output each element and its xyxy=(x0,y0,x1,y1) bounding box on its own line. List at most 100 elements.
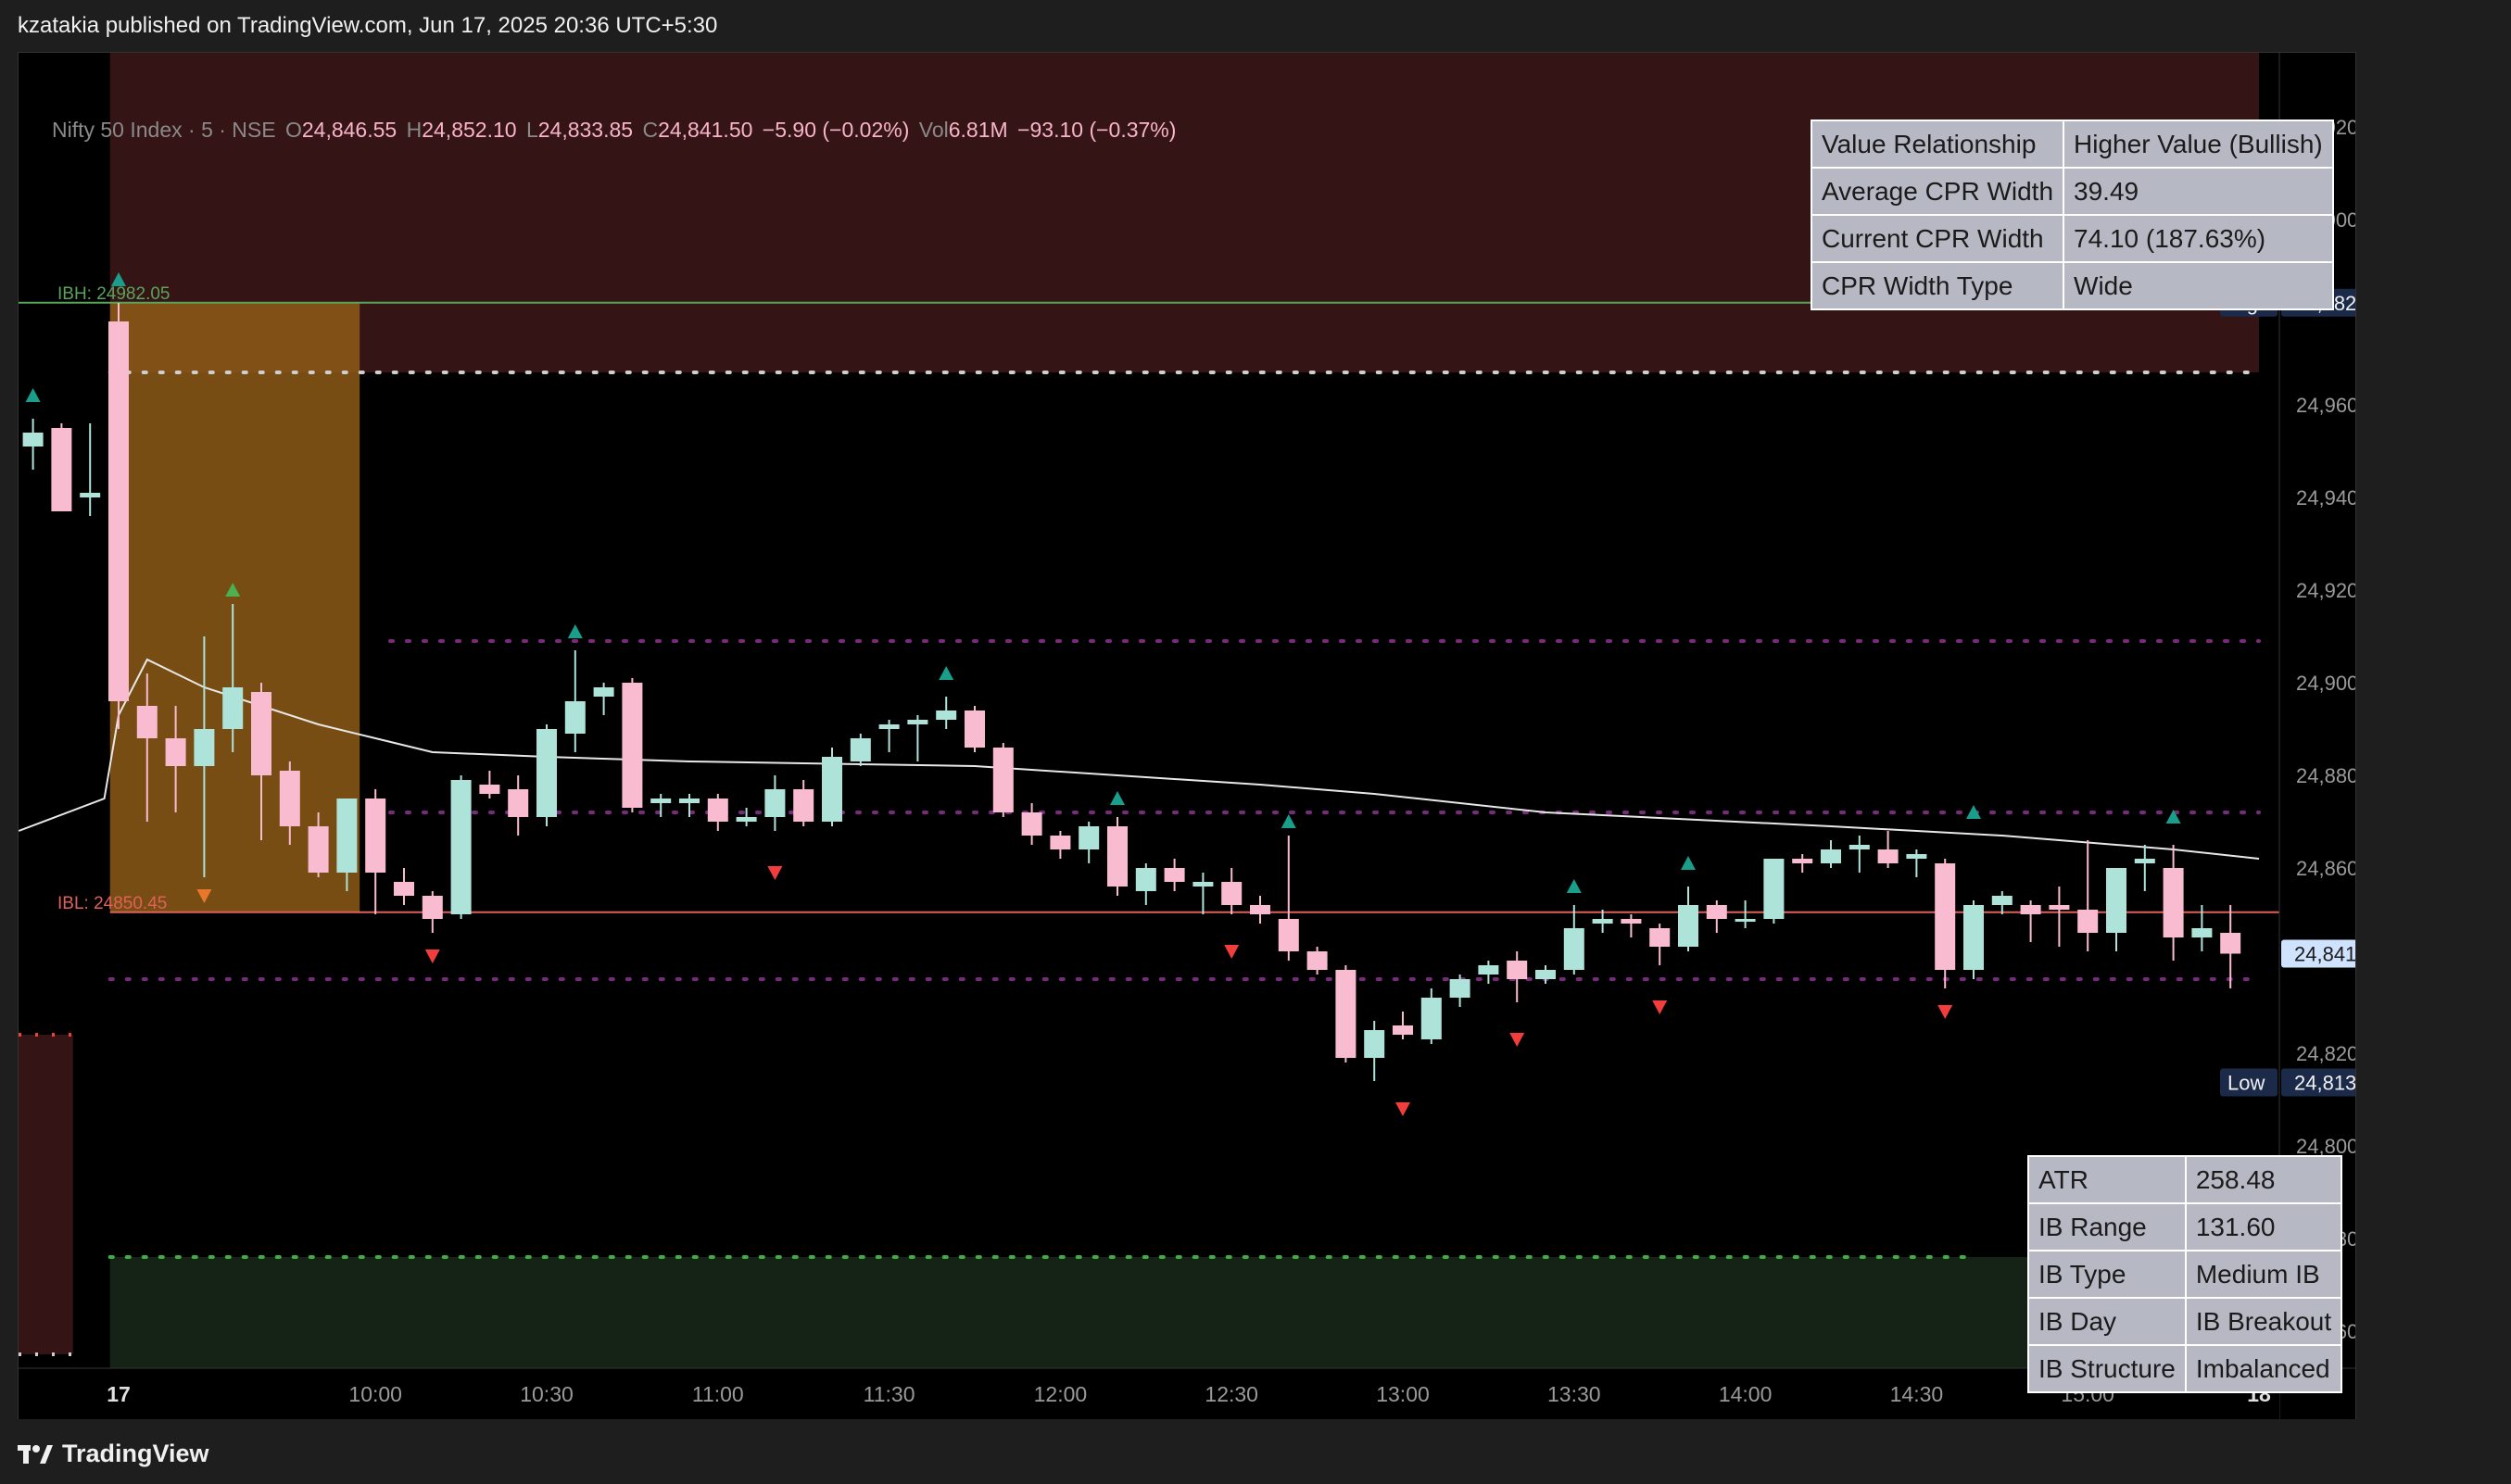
signal-up-marker xyxy=(1566,879,1582,893)
candle[interactable] xyxy=(1335,970,1356,1058)
ib-table-label: IB Structure xyxy=(2027,1344,2187,1393)
candle[interactable] xyxy=(1449,979,1470,998)
candle[interactable] xyxy=(1079,826,1100,849)
candle[interactable] xyxy=(479,785,500,794)
footer: TradingView xyxy=(0,1419,2511,1484)
candle[interactable] xyxy=(1735,919,1756,922)
candle[interactable] xyxy=(2020,905,2041,914)
candle[interactable] xyxy=(1991,896,2013,905)
candle[interactable] xyxy=(1877,849,1899,863)
candle[interactable] xyxy=(936,711,957,720)
candle[interactable] xyxy=(1649,928,1671,947)
candle[interactable] xyxy=(2106,868,2126,933)
candle[interactable] xyxy=(679,799,700,803)
candle[interactable] xyxy=(1278,919,1299,951)
legend-change: −5.90 (−0.02%) xyxy=(762,118,910,142)
candle[interactable] xyxy=(1621,919,1642,924)
candle[interactable] xyxy=(1535,970,1556,979)
candle[interactable] xyxy=(1963,905,1984,970)
candle[interactable] xyxy=(1420,998,1442,1039)
prev-day-candle[interactable] xyxy=(51,428,72,511)
candle[interactable] xyxy=(1763,859,1785,919)
ib-info-table: ATR 258.48 IB Range 131.60 IB Type Medium IB I… xyxy=(2027,1155,2343,1393)
candle[interactable] xyxy=(736,817,757,822)
ib-table-row: IB Structure Imbalanced xyxy=(2027,1344,2343,1393)
candle[interactable] xyxy=(1678,905,1698,947)
legend-volume-change: −93.10 (−0.37%) xyxy=(1017,118,1177,142)
candle[interactable] xyxy=(1706,905,1727,919)
candle[interactable] xyxy=(1393,1025,1413,1035)
candle[interactable] xyxy=(878,724,900,729)
candle[interactable] xyxy=(1906,854,1927,859)
candle[interactable] xyxy=(1135,868,1156,891)
candle[interactable] xyxy=(907,720,928,724)
candle[interactable] xyxy=(1192,882,1214,887)
candle[interactable] xyxy=(422,896,443,919)
candle[interactable] xyxy=(622,683,643,808)
candle[interactable] xyxy=(336,799,358,873)
candle[interactable] xyxy=(2049,905,2070,910)
candle[interactable] xyxy=(194,729,215,766)
candle[interactable] xyxy=(1364,1030,1385,1058)
prev-day-candle[interactable] xyxy=(22,433,44,446)
ib-table-row: IB Type Medium IB xyxy=(2027,1250,2343,1299)
candle[interactable] xyxy=(2134,859,2155,863)
candle[interactable] xyxy=(1792,859,1813,863)
lower-zone xyxy=(109,1257,2259,1368)
candle[interactable] xyxy=(2191,928,2213,937)
candle[interactable] xyxy=(1507,961,1528,979)
prev-day-candle[interactable] xyxy=(80,493,101,497)
candle[interactable] xyxy=(1849,845,1870,849)
signal-down-marker xyxy=(1652,1000,1668,1014)
candle[interactable] xyxy=(2163,868,2184,937)
candle[interactable] xyxy=(650,799,672,803)
candle[interactable] xyxy=(793,789,814,822)
candle[interactable] xyxy=(1478,965,1499,975)
candle[interactable] xyxy=(1306,951,1328,970)
legend-symbol[interactable]: Nifty 50 Index · 5 · NSE xyxy=(52,118,276,142)
cpr-table-row: Average CPR Width 39.49 xyxy=(1810,167,2334,216)
candle[interactable] xyxy=(165,738,186,766)
x-tick-label: 14:30 xyxy=(1890,1382,1944,1406)
candle[interactable] xyxy=(707,799,728,822)
candle[interactable] xyxy=(1935,863,1956,970)
candle[interactable] xyxy=(850,738,871,761)
candle[interactable] xyxy=(1164,868,1185,882)
candle[interactable] xyxy=(1821,849,1841,863)
candle[interactable] xyxy=(1250,905,1270,914)
candle[interactable] xyxy=(2220,933,2241,954)
legend-high-label: H xyxy=(406,118,423,142)
candle[interactable] xyxy=(365,799,386,873)
candle[interactable] xyxy=(1563,928,1584,970)
tradingview-logo[interactable]: TradingView xyxy=(18,1440,209,1468)
candle[interactable] xyxy=(536,729,557,817)
ib-table-value: Medium IB xyxy=(2184,1250,2343,1299)
candle[interactable] xyxy=(2077,910,2099,933)
chart-area[interactable]: IBH: 24982.05IBL: 24850.4525,020.0025,00… xyxy=(18,52,2356,1420)
candle[interactable] xyxy=(394,882,414,896)
ib-table-label: IB Range xyxy=(2027,1202,2187,1251)
candle[interactable] xyxy=(822,757,842,822)
x-tick-label: 11:00 xyxy=(692,1382,744,1406)
signal-down-marker xyxy=(767,866,783,880)
candle[interactable] xyxy=(251,692,271,775)
candle[interactable] xyxy=(1592,919,1613,924)
candle[interactable] xyxy=(508,789,529,817)
candle[interactable] xyxy=(450,780,472,914)
legend-volume-label: Vol xyxy=(918,118,949,142)
candle[interactable] xyxy=(992,748,1014,812)
candle[interactable] xyxy=(222,687,244,729)
candle[interactable] xyxy=(108,321,129,701)
candle[interactable] xyxy=(965,711,985,748)
candle[interactable] xyxy=(1107,826,1128,887)
candle[interactable] xyxy=(564,701,586,734)
candle[interactable] xyxy=(279,771,300,826)
candle[interactable] xyxy=(1221,882,1243,905)
candle[interactable] xyxy=(593,687,614,697)
candle[interactable] xyxy=(1021,812,1042,836)
candle[interactable] xyxy=(308,826,329,873)
y-tick-label: 24,940.00 xyxy=(2296,486,2355,509)
candle[interactable] xyxy=(1050,836,1071,849)
candle[interactable] xyxy=(764,789,786,817)
candle[interactable] xyxy=(136,706,158,738)
